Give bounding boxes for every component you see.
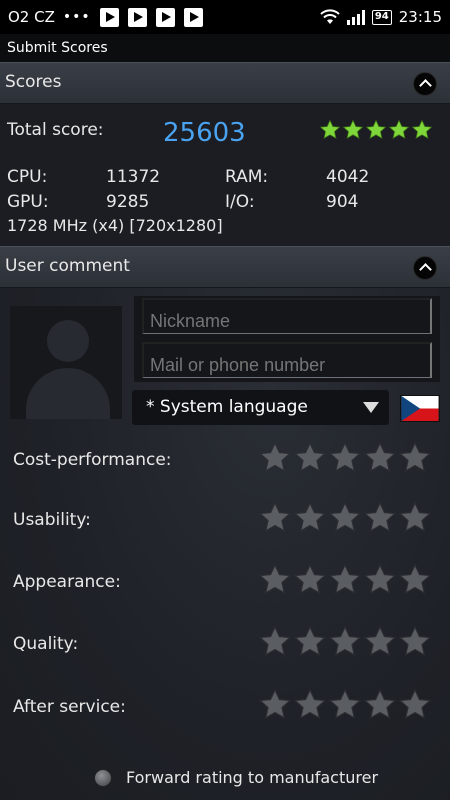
rating-stars[interactable] xyxy=(258,563,432,597)
total-score-label: Total score: xyxy=(7,120,104,140)
score-star-rating xyxy=(319,119,433,141)
forward-rating-radio[interactable] xyxy=(94,769,112,787)
rating-label: Quality: xyxy=(13,634,79,654)
score-star-icon xyxy=(388,119,410,139)
rating-star-icon[interactable] xyxy=(293,563,327,597)
rating-star-icon[interactable] xyxy=(258,625,292,659)
rating-star-icon[interactable] xyxy=(328,688,362,722)
forward-rating-label: Forward rating to manufacturer xyxy=(126,768,379,787)
wifi-icon xyxy=(320,9,340,24)
rating-star-icon[interactable] xyxy=(328,501,362,535)
avatar-head-icon xyxy=(47,320,89,362)
rating-star-icon[interactable] xyxy=(328,563,362,597)
rating-label: Cost-performance: xyxy=(13,450,172,470)
cpu-value: 11372 xyxy=(106,167,161,187)
rating-label: Appearance: xyxy=(13,572,121,592)
rating-star-icon[interactable] xyxy=(258,563,292,597)
rating-star-icon[interactable] xyxy=(328,625,362,659)
gpu-label: GPU: xyxy=(7,192,49,212)
io-label: I/O: xyxy=(225,192,255,212)
rating-star-icon[interactable] xyxy=(258,441,292,475)
contact-input[interactable] xyxy=(142,342,432,378)
rating-star-icon[interactable] xyxy=(258,688,292,722)
status-bar: O2 CZ ••• 94 23:15 xyxy=(0,0,450,34)
nickname-input[interactable] xyxy=(142,298,432,334)
rating-star-icon[interactable] xyxy=(398,501,432,535)
contact-fields xyxy=(134,296,440,382)
rating-star-icon[interactable] xyxy=(398,625,432,659)
rating-stars[interactable] xyxy=(258,625,432,659)
rating-star-icon[interactable] xyxy=(258,501,292,535)
score-star-icon xyxy=(319,119,341,139)
rating-star-icon[interactable] xyxy=(398,563,432,597)
rating-star-icon[interactable] xyxy=(363,501,397,535)
app-bar: Submit Scores xyxy=(0,34,450,62)
carrier-name: O2 CZ xyxy=(8,8,55,26)
io-value: 904 xyxy=(326,192,359,212)
score-star-icon xyxy=(342,119,364,139)
rating-stars[interactable] xyxy=(258,501,432,535)
play-store-notification-icon xyxy=(127,7,147,27)
ram-label: RAM: xyxy=(225,167,269,187)
total-score-value: 25603 xyxy=(163,118,246,148)
rating-star-icon[interactable] xyxy=(293,441,327,475)
collapse-scores-button[interactable] xyxy=(413,72,437,96)
score-star-icon xyxy=(365,119,387,139)
rating-star-icon[interactable] xyxy=(293,688,327,722)
rating-stars[interactable] xyxy=(258,688,432,722)
play-store-notification-icon xyxy=(155,7,175,27)
device-spec: 1728 MHz (x4) [720x1280] xyxy=(7,216,223,235)
language-select[interactable]: * System language xyxy=(132,390,389,425)
scores-section-title: Scores xyxy=(5,72,62,92)
user-comment-section-header[interactable]: User comment xyxy=(0,246,450,288)
battery-icon: 94 xyxy=(371,9,392,25)
avatar-body-icon xyxy=(26,368,110,419)
signal-strength-icon xyxy=(346,9,365,25)
more-notifications-dots: ••• xyxy=(62,9,91,25)
ram-value: 4042 xyxy=(326,167,370,187)
rating-star-icon[interactable] xyxy=(363,441,397,475)
cpu-label: CPU: xyxy=(7,167,48,187)
czech-flag-icon[interactable] xyxy=(400,395,440,422)
rating-star-icon[interactable] xyxy=(363,625,397,659)
collapse-comment-button[interactable] xyxy=(413,256,437,280)
rating-stars[interactable] xyxy=(258,441,432,475)
language-select-value: * System language xyxy=(146,397,308,417)
rating-star-icon[interactable] xyxy=(363,563,397,597)
rating-star-icon[interactable] xyxy=(363,688,397,722)
avatar-placeholder[interactable] xyxy=(10,306,122,419)
gpu-value: 9285 xyxy=(106,192,150,212)
play-store-notification-icon xyxy=(99,7,119,27)
app-title: Submit Scores xyxy=(7,40,108,56)
dropdown-arrow-icon xyxy=(363,402,379,413)
scores-section-header[interactable]: Scores xyxy=(0,62,450,104)
rating-star-icon[interactable] xyxy=(398,688,432,722)
clock: 23:15 xyxy=(398,8,442,26)
rating-star-icon[interactable] xyxy=(328,441,362,475)
user-comment-section-title: User comment xyxy=(5,256,130,276)
score-star-icon xyxy=(411,119,433,139)
rating-star-icon[interactable] xyxy=(293,501,327,535)
rating-label: Usability: xyxy=(13,510,91,530)
rating-star-icon[interactable] xyxy=(398,441,432,475)
rating-label: After service: xyxy=(13,697,126,717)
play-store-notification-icon xyxy=(183,7,203,27)
rating-star-icon[interactable] xyxy=(293,625,327,659)
